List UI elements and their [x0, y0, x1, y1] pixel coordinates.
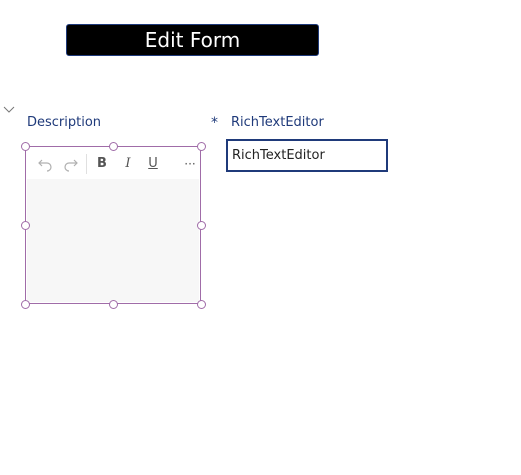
required-marker: *: [211, 115, 218, 131]
description-label: Description: [27, 115, 102, 130]
toolbar-separator: [86, 154, 87, 174]
bold-button[interactable]: B: [95, 156, 109, 172]
resize-handle-top-left[interactable]: [21, 142, 30, 151]
more-options-button[interactable]: ···: [181, 156, 199, 172]
edit-form-button[interactable]: Edit Form: [66, 24, 319, 56]
resize-handle-top[interactable]: [109, 142, 118, 151]
resize-handle-right[interactable]: [197, 221, 206, 230]
undo-icon[interactable]: [37, 156, 53, 172]
resize-handle-left[interactable]: [21, 221, 30, 230]
resize-handle-bottom-right[interactable]: [197, 300, 206, 309]
resize-handle-bottom-left[interactable]: [21, 300, 30, 309]
editor-content-area[interactable]: [27, 179, 199, 302]
rich-text-editor-field[interactable]: RichTextEditor: [226, 139, 388, 172]
resize-handle-bottom[interactable]: [109, 300, 118, 309]
rich-text-editor-label: RichTextEditor: [231, 115, 324, 130]
rich-text-editor-control[interactable]: B I U ···: [25, 146, 201, 304]
redo-icon[interactable]: [63, 156, 79, 172]
underline-button[interactable]: U: [146, 156, 160, 172]
editor-toolbar: B I U ···: [27, 148, 199, 179]
resize-handle-top-right[interactable]: [197, 142, 206, 151]
chevron-down-icon[interactable]: [3, 106, 15, 114]
italic-button[interactable]: I: [121, 156, 135, 172]
